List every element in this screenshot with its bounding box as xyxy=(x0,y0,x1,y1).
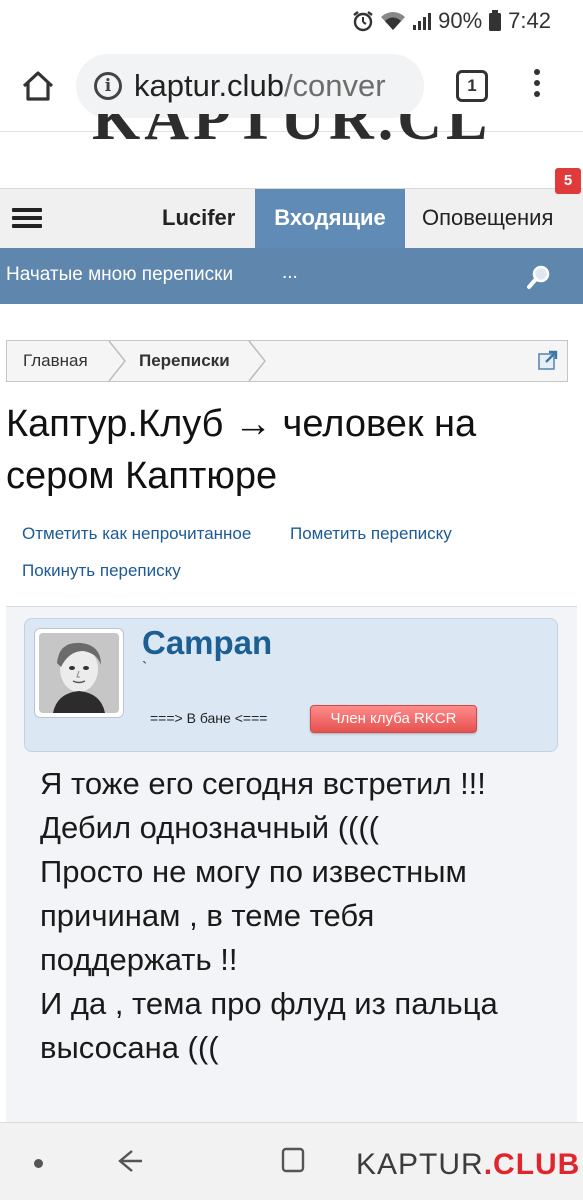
subnav-started-by-me[interactable]: Начатые мною переписки xyxy=(6,264,233,286)
recent-apps-icon[interactable] xyxy=(278,1145,308,1175)
address-bar[interactable]: i kaptur.club/conver xyxy=(76,54,424,118)
breadcrumb: Главная Переписки xyxy=(6,340,568,382)
alarm-icon xyxy=(353,11,373,32)
subnav-more[interactable]: ... xyxy=(282,262,298,284)
watermark-part1: KAPTUR xyxy=(356,1148,484,1181)
url-domain: kaptur.club xyxy=(134,68,284,103)
jump-to-page-icon[interactable] xyxy=(537,349,559,371)
watermark: KAPTUR.CLUB xyxy=(356,1148,580,1182)
leave-conversation-link[interactable]: Покинуть переписку xyxy=(22,561,181,581)
alerts-count-badge: 5 xyxy=(555,168,581,194)
signal-icon xyxy=(413,13,432,30)
search-icon[interactable] xyxy=(526,264,552,290)
site-logo[interactable]: KAPTUR.CLUB xyxy=(92,114,492,146)
tab-alerts[interactable]: Оповещения xyxy=(422,205,553,231)
status-bar: 90% 7:42 xyxy=(0,0,583,44)
page-title: Каптур.Клуб → человек на сером Каптюре xyxy=(6,403,477,497)
breadcrumb-separator-icon xyxy=(248,341,266,381)
breadcrumb-separator-icon xyxy=(108,341,126,381)
overflow-menu-icon[interactable] xyxy=(530,66,544,106)
message-username[interactable]: Campan xyxy=(142,624,272,662)
info-icon[interactable]: i xyxy=(94,72,122,100)
back-icon[interactable] xyxy=(114,1143,144,1179)
nav-home-dot-icon[interactable] xyxy=(34,1159,43,1168)
status-icons: 90% 7:42 xyxy=(352,8,551,34)
breadcrumb-home[interactable]: Главная xyxy=(23,351,88,371)
tab-switcher-button[interactable]: 1 xyxy=(456,70,488,102)
message-body: Я тоже его сегодня встретил !!! Дебил од… xyxy=(40,766,498,1065)
url-text[interactable]: kaptur.club/conver xyxy=(134,68,386,104)
mark-unread-link[interactable]: Отметить как непрочитанное xyxy=(22,524,251,544)
avatar-image xyxy=(39,633,119,713)
star-conversation-link[interactable]: Пометить переписку xyxy=(290,524,452,544)
clock: 7:42 xyxy=(508,8,551,33)
ban-status: ===> В бане <=== xyxy=(150,710,268,726)
member-badge: Член клуба RKCR xyxy=(310,705,477,733)
battery-percent: 90% xyxy=(438,8,483,33)
url-path: /conver xyxy=(283,68,386,103)
home-icon[interactable] xyxy=(18,66,58,106)
tab-user[interactable]: Lucifer xyxy=(162,205,235,231)
avatar[interactable] xyxy=(34,628,124,718)
main-nav: Lucifer Входящие Оповещения xyxy=(0,188,583,249)
breadcrumb-current[interactable]: Переписки xyxy=(139,351,230,371)
tab-inbox[interactable]: Входящие xyxy=(255,189,405,249)
hamburger-menu-icon[interactable] xyxy=(12,208,42,232)
sub-nav: Начатые мною переписки ... xyxy=(0,248,583,304)
site-logo-text: KAPTUR.CLUB xyxy=(92,114,492,146)
watermark-part2: .CLUB xyxy=(483,1148,581,1181)
battery-icon xyxy=(489,10,502,31)
wifi-icon xyxy=(381,12,406,30)
user-title: ` xyxy=(142,660,148,677)
